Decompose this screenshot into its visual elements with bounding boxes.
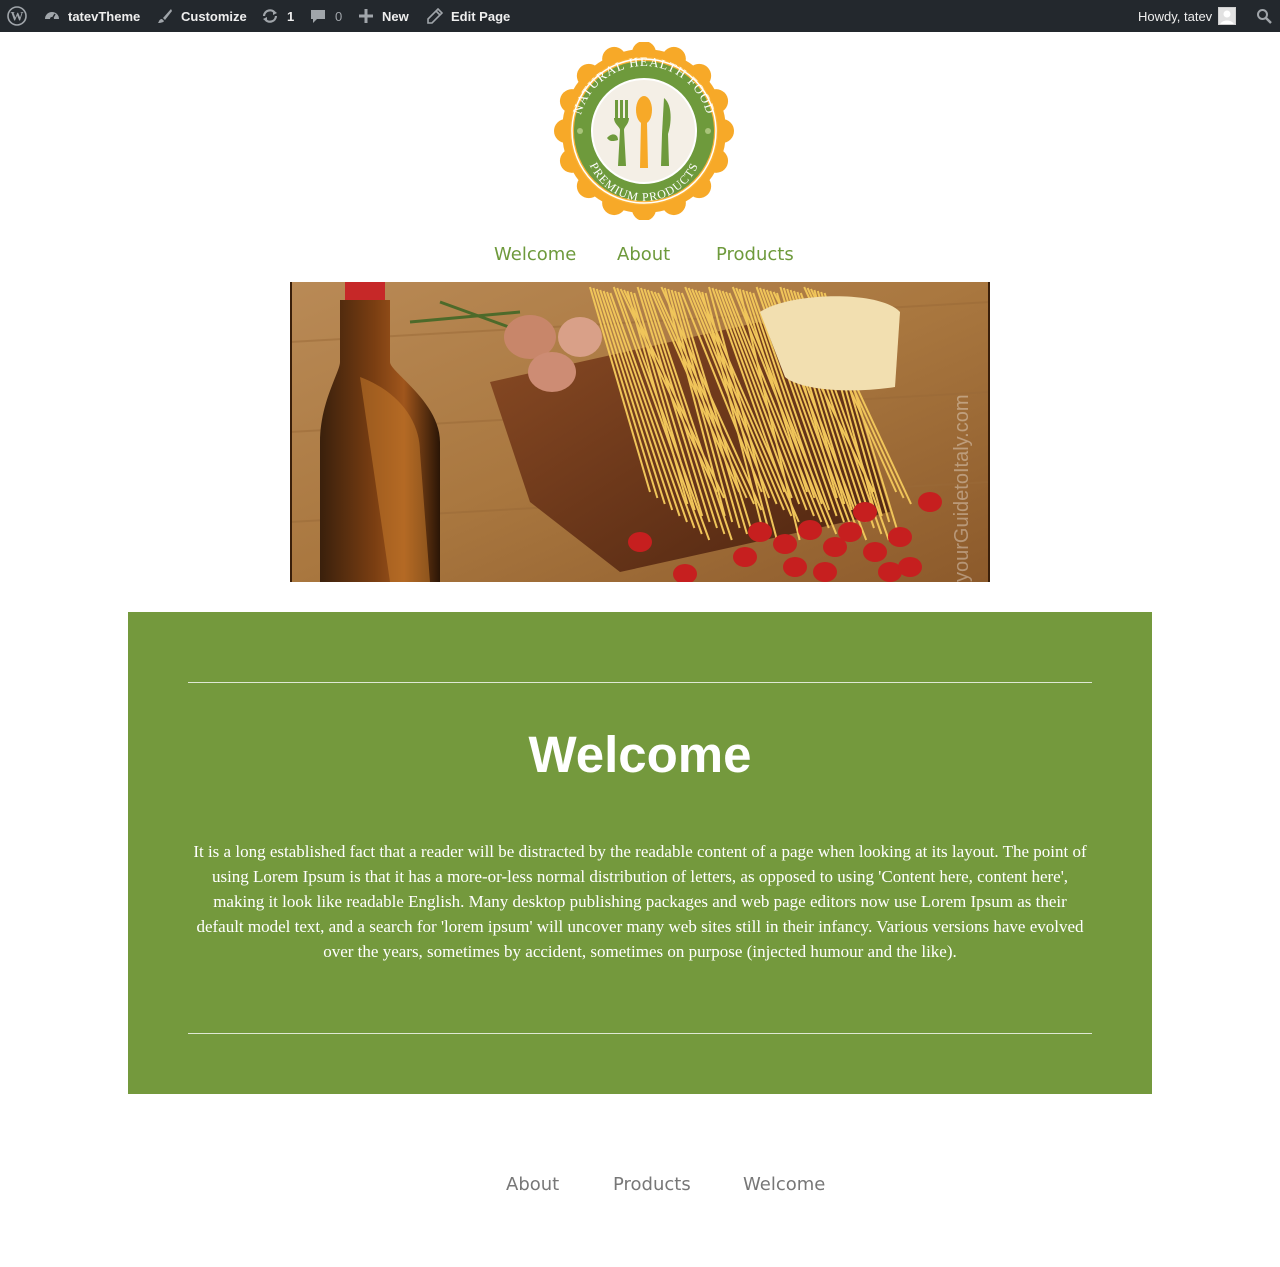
footer-nav-item-about[interactable]: About: [506, 1174, 559, 1195]
search-icon[interactable]: [1256, 0, 1272, 32]
site-logo[interactable]: NATURAL HEALTH FOOD PREMIUM PRODUCTS: [552, 41, 736, 221]
divider-top: [188, 682, 1092, 683]
account-menu[interactable]: Howdy, tatev: [1138, 0, 1237, 32]
welcome-section: Welcome It is a long established fact th…: [128, 612, 1152, 1094]
admin-bar: W tatevTheme Customize 1 0 New Edit Page…: [0, 0, 1280, 32]
brush-icon: [158, 9, 172, 23]
site-name-label: tatevTheme: [68, 8, 141, 24]
welcome-body: It is a long established fact that a rea…: [193, 842, 1087, 961]
footer-nav-item-products[interactable]: Products: [613, 1174, 691, 1195]
customize-link[interactable]: Customize: [156, 0, 247, 32]
updates-link[interactable]: 1: [260, 0, 294, 32]
divider-bottom: [188, 1033, 1092, 1034]
customize-label: Customize: [181, 8, 247, 24]
avatar: [1218, 7, 1237, 25]
header-image: yourGuidetoItaly.com: [290, 282, 990, 582]
edit-page-link[interactable]: Edit Page: [427, 0, 510, 32]
comments-link[interactable]: 0: [310, 0, 342, 32]
nav-item-welcome[interactable]: Welcome: [494, 244, 576, 265]
dashboard-icon: [45, 12, 59, 21]
greeting-label: Howdy, tatev: [1138, 8, 1213, 24]
site-name-menu[interactable]: tatevTheme: [43, 0, 140, 32]
comments-count: 0: [335, 8, 343, 24]
edit-page-label: Edit Page: [451, 8, 511, 24]
pencil-icon: [427, 8, 443, 24]
updates-count: 1: [287, 8, 295, 24]
new-content-menu[interactable]: New: [359, 0, 409, 32]
svg-text:W: W: [11, 9, 24, 24]
hero-watermark: yourGuidetoItaly.com: [951, 395, 973, 583]
wordpress-logo-icon[interactable]: W: [7, 0, 27, 32]
nav-item-about[interactable]: About: [617, 244, 670, 265]
footer-nav-item-welcome[interactable]: Welcome: [743, 1174, 825, 1195]
comment-icon: [311, 10, 325, 23]
new-label: New: [382, 8, 409, 24]
updates-icon: [262, 9, 278, 23]
plus-icon: [359, 9, 373, 23]
welcome-title: Welcome: [528, 726, 752, 783]
nav-item-products[interactable]: Products: [716, 244, 794, 265]
